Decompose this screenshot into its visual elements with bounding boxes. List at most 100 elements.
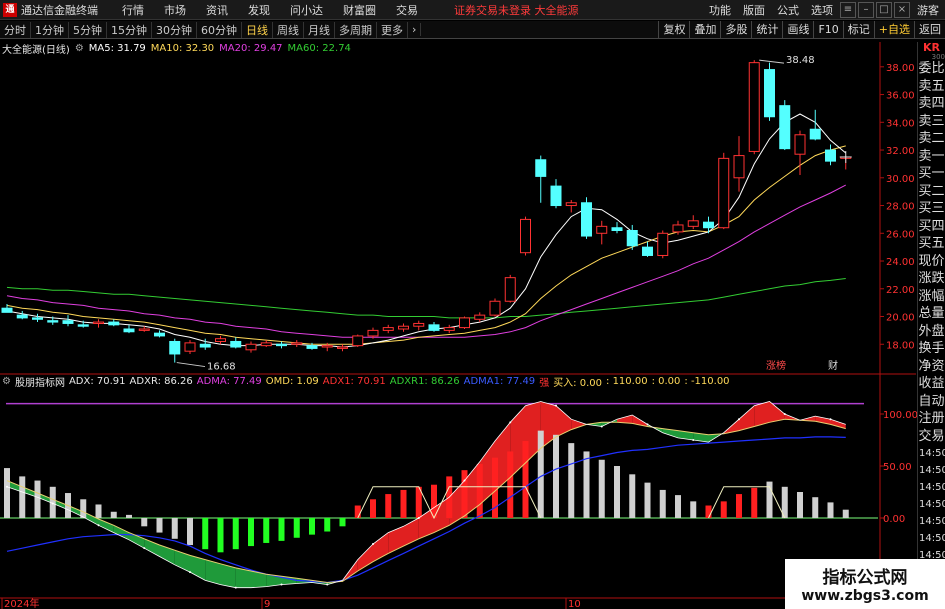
sidebar-item[interactable]: 注册 xyxy=(918,410,945,428)
price-tick-label: 32.00 xyxy=(886,146,915,157)
menu-item-banmian[interactable]: 版面 xyxy=(743,2,765,18)
candle xyxy=(504,274,516,303)
high-price-label: 38.48 xyxy=(786,55,815,66)
candle xyxy=(62,315,74,327)
indicator-bar xyxy=(644,482,651,518)
candle xyxy=(581,197,592,239)
adx-fill-segment xyxy=(571,419,587,430)
candle xyxy=(32,313,43,323)
huaxian-button[interactable]: 画线 xyxy=(782,21,813,39)
sidebar-time: 14:50 xyxy=(919,465,945,476)
menu-item-faxian[interactable]: 发现 xyxy=(248,2,270,18)
indicator-bar xyxy=(202,518,209,550)
chart-canvas[interactable]: 38.00 36.00 34.00 32.00 30.00 28.00 26.00 24.00… xyxy=(0,42,917,609)
indicator-bar xyxy=(95,504,102,518)
period-60min[interactable]: 60分钟 xyxy=(197,21,242,38)
period-5min[interactable]: 5分钟 xyxy=(69,21,107,38)
indicator-bar xyxy=(339,518,346,527)
period-fenshi[interactable]: 分时 xyxy=(0,21,31,38)
quote-sidebar: KR 300 委比 卖五 卖四 卖三 卖二 卖一 买一 买二 买三 买四 买五 现价 涨跌 涨幅 总量 外盘换… xyxy=(917,42,945,609)
indicator-bar xyxy=(614,466,620,518)
candle xyxy=(291,340,303,348)
indicator-bar xyxy=(553,434,559,518)
guest-label[interactable]: 游客 xyxy=(917,2,939,18)
minimize-icon[interactable]: – xyxy=(858,2,874,18)
sidebar-item: 委比 xyxy=(918,61,945,76)
candle xyxy=(779,100,791,151)
menu-item-hangqing[interactable]: 行情 xyxy=(122,2,144,18)
period-30min[interactable]: 30分钟 xyxy=(152,21,197,38)
adx-dot xyxy=(372,543,374,545)
sidebar-time: 14:50 xyxy=(919,499,945,510)
adx-dot xyxy=(783,413,786,415)
indicator-bar xyxy=(400,489,407,518)
chart-annotations: 38.48 16.68 涨榜 财 xyxy=(207,55,838,372)
indicator-bar xyxy=(263,518,270,543)
date-axis: 2024年 9 10 xyxy=(1,597,581,609)
candle xyxy=(748,60,760,155)
adx-dot xyxy=(463,479,466,482)
sidebar-item: 卖一 xyxy=(918,148,945,164)
period-15min[interactable]: 15分钟 xyxy=(107,21,152,38)
period-monthly[interactable]: 月线 xyxy=(304,21,335,38)
period-more[interactable]: 更多 xyxy=(377,21,408,38)
candle xyxy=(489,298,501,317)
add-watchlist-button[interactable]: +自选 xyxy=(873,21,914,39)
menu-item-gongshi[interactable]: 公式 xyxy=(777,2,799,18)
sidebar-item: 卖三 xyxy=(918,113,945,129)
candle xyxy=(809,109,821,141)
candle xyxy=(520,216,531,256)
tongji-button[interactable]: 统计 xyxy=(751,21,782,39)
adma-line xyxy=(6,436,846,584)
indicator-bar xyxy=(293,518,300,538)
sidebar-time: 14:50 xyxy=(919,448,945,459)
maximize-icon[interactable]: □ xyxy=(876,2,892,18)
adx-dot xyxy=(600,425,603,428)
sidebar-item: 买二 xyxy=(918,183,945,199)
indicator-bar xyxy=(476,463,483,518)
menu-item-zixun[interactable]: 资讯 xyxy=(206,2,228,18)
menu-item-gongneng[interactable]: 功能 xyxy=(709,2,731,18)
back-button[interactable]: 返回 xyxy=(914,21,945,39)
sidebar-item: 收益 xyxy=(918,376,945,391)
menu-item-shichang[interactable]: 市场 xyxy=(164,2,186,18)
sidebar-item[interactable]: 自动 xyxy=(918,393,945,411)
candle xyxy=(825,144,836,166)
period-weekly[interactable]: 周线 xyxy=(273,21,304,38)
period-more-arrow-icon[interactable]: › xyxy=(408,23,422,36)
menu-bar: 通 通达信金融终端 行情 市场 资讯 发现 问小达 财富圈 交易 证券交易未登录… xyxy=(0,0,945,20)
menu-icon[interactable]: ≡ xyxy=(840,2,856,18)
biaoji-button[interactable]: 标记 xyxy=(842,21,874,39)
adx-fill-segment xyxy=(556,405,572,437)
trade-login-alert[interactable]: 证券交易未登录 大全能源 xyxy=(454,2,579,18)
period-multi[interactable]: 多周期 xyxy=(335,21,377,38)
duogu-button[interactable]: 多股 xyxy=(720,21,751,39)
menu-item-caifuquan[interactable]: 财富圈 xyxy=(343,2,376,18)
finance-tag[interactable]: 财 xyxy=(828,359,838,372)
indicator-bar xyxy=(568,443,575,518)
limit-up-tag[interactable]: 涨榜 xyxy=(766,359,786,372)
fuquan-button[interactable]: 复权 xyxy=(658,21,689,39)
indicator-bar xyxy=(827,502,834,518)
sidebar-item[interactable]: 交易 xyxy=(918,428,945,446)
low-price-label: 16.68 xyxy=(207,362,236,373)
adx-dot xyxy=(97,524,100,527)
menu-item-wenxiaoda[interactable]: 问小达 xyxy=(290,2,323,18)
candle xyxy=(184,340,196,354)
period-1min[interactable]: 1分钟 xyxy=(31,21,69,38)
menu-item-xuanxiang[interactable]: 选项 xyxy=(811,2,833,18)
adx-dot xyxy=(509,421,512,424)
adx-dot xyxy=(143,547,146,550)
indicator-axis: 100.0050.000.00-50.00 xyxy=(880,410,917,577)
menu-item-jiaoyi[interactable]: 交易 xyxy=(396,2,418,18)
close-icon[interactable]: × xyxy=(894,2,910,18)
indicator-bar xyxy=(797,492,803,518)
period-daily[interactable]: 日线 xyxy=(242,21,273,38)
candle xyxy=(550,179,562,209)
indicator-bar xyxy=(110,511,117,518)
diejia-button[interactable]: 叠加 xyxy=(689,21,720,39)
sidebar-item: 卖五 xyxy=(918,78,945,94)
sidebar-item: 买四 xyxy=(918,218,945,234)
adx-fill-segment xyxy=(113,525,129,540)
f10-button[interactable]: F10 xyxy=(813,21,842,39)
